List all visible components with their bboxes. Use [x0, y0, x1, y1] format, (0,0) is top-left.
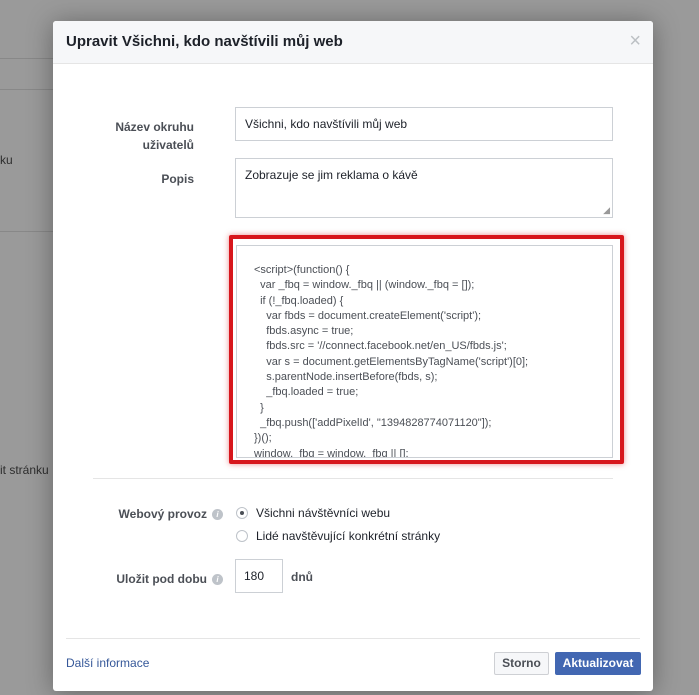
dialog-title: Upravit Všichni, kdo navštívili můj web — [66, 33, 343, 50]
audience-name-label: Název okruhu uživatelů — [115, 120, 194, 152]
cancel-button[interactable]: Storno — [494, 652, 549, 675]
retention-label: Uložit pod dobu i — [93, 570, 223, 588]
background-divider — [0, 89, 60, 90]
dialog-header: Upravit Všichni, kdo navštívili můj web … — [53, 21, 653, 64]
retention-days-input[interactable]: 180 — [235, 559, 283, 593]
more-info-link[interactable]: Další informace — [66, 656, 149, 670]
traffic-option-label: Lidé navštěvující konkrétní stránky — [256, 529, 441, 543]
radio-button-checked[interactable] — [236, 507, 248, 519]
background-text: ku — [0, 153, 13, 167]
description-text: Zobrazuje se jim reklama o kávě — [245, 168, 418, 182]
section-divider — [93, 478, 613, 479]
code-highlight-frame — [229, 235, 624, 464]
description-label: Popis — [161, 172, 194, 186]
update-button[interactable]: Aktualizovat — [555, 652, 641, 675]
resize-handle-icon[interactable]: ◢ — [603, 205, 610, 216]
retention-unit: dnů — [291, 570, 313, 584]
description-textarea[interactable]: Zobrazuje se jim reklama o kávě ◢ — [235, 158, 613, 218]
background-divider — [0, 231, 60, 232]
web-traffic-label: Webový provoz i — [93, 505, 223, 523]
radio-button[interactable] — [236, 530, 248, 542]
close-icon[interactable]: × — [629, 31, 641, 51]
audience-name-input[interactable]: Všichni, kdo navštívili můj web — [235, 107, 613, 141]
help-icon[interactable]: i — [212, 509, 223, 521]
web-traffic-label-text: Webový provoz — [118, 507, 207, 521]
background-text: it stránku — [0, 463, 49, 477]
edit-audience-dialog: Upravit Všichni, kdo navštívili můj web … — [53, 21, 653, 691]
traffic-option-label: Všichni návštěvníci webu — [256, 506, 391, 520]
traffic-option-all-visitors[interactable]: Všichni návštěvníci webu — [236, 506, 390, 520]
help-icon[interactable]: i — [212, 574, 223, 586]
traffic-option-specific-pages[interactable]: Lidé navštěvující konkrétní stránky — [236, 529, 440, 543]
footer-divider — [66, 638, 640, 639]
retention-label-text: Uložit pod dobu — [116, 572, 207, 586]
background-divider — [0, 58, 60, 59]
